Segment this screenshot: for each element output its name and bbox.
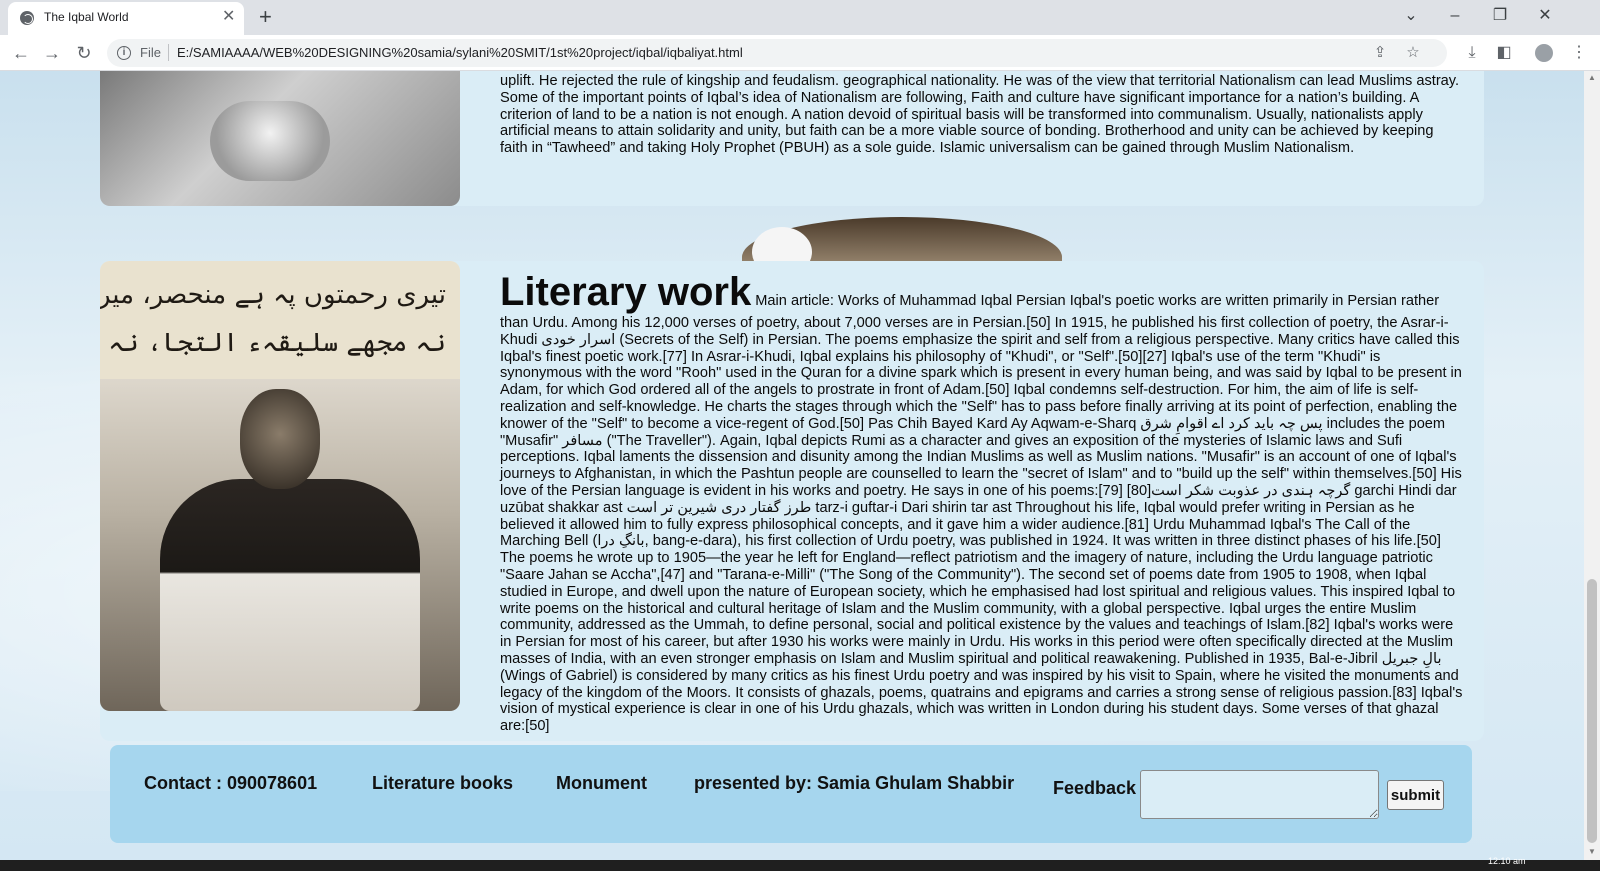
- url-text[interactable]: E:/SAMIAAAA/WEB%20DESIGNING%20samia/syla…: [177, 45, 743, 60]
- nationalism-paragraph: uplift. He rejected the rule of kingship…: [500, 73, 1460, 157]
- forward-icon[interactable]: →: [39, 40, 65, 66]
- scroll-down-icon[interactable]: ▼: [1588, 847, 1596, 856]
- nationalism-card: uplift. He rejected the rule of kingship…: [100, 71, 1484, 206]
- urdu-verse-banner: تیری رحمتوں پہ ہے منحصر، میرے ہر عمل کی …: [100, 261, 460, 379]
- monument-link[interactable]: Monument: [556, 773, 647, 794]
- scroll-thumb[interactable]: [1587, 579, 1597, 843]
- back-icon[interactable]: ←: [8, 40, 34, 66]
- site-footer: Contact : 090078601 Literature books Mon…: [110, 745, 1472, 843]
- info-icon[interactable]: i: [117, 46, 131, 60]
- star-icon[interactable]: ☆: [1403, 43, 1423, 63]
- portrait-image: [100, 379, 460, 711]
- iqbal-photo-hands: [100, 71, 460, 206]
- urdu-verse-line-1: تیری رحمتوں پہ ہے منحصر، میرے ہر عمل کی …: [100, 280, 446, 310]
- menu-icon[interactable]: ⋮: [1566, 40, 1592, 66]
- vertical-scrollbar[interactable]: ▲ ▼: [1584, 71, 1600, 860]
- literary-work-card: تیری رحمتوں پہ ہے منحصر، میرے ہر عمل کی …: [100, 261, 1484, 741]
- url-scheme: File: [140, 45, 161, 60]
- browser-tab[interactable]: The Iqbal World ✕: [8, 2, 244, 35]
- download-icon[interactable]: ⤓: [1459, 40, 1485, 66]
- scroll-up-icon[interactable]: ▲: [1588, 73, 1596, 82]
- contact-link[interactable]: Contact : 090078601: [144, 773, 317, 794]
- profile-avatar[interactable]: [1535, 44, 1553, 62]
- tab-search-icon[interactable]: ⌄: [1396, 3, 1426, 29]
- tab-strip: The Iqbal World ✕ + ⌄ – ❐ ✕: [0, 0, 1600, 35]
- browser-toolbar: ← → ↻ i File E:/SAMIAAAA/WEB%20DESIGNING…: [0, 35, 1600, 71]
- portrait-face: [240, 389, 320, 489]
- hands-image: [210, 101, 330, 181]
- submit-button[interactable]: submit: [1387, 780, 1444, 810]
- share-icon[interactable]: ⇪: [1370, 43, 1390, 63]
- tab-title: The Iqbal World: [44, 10, 129, 24]
- reload-icon[interactable]: ↻: [71, 40, 97, 66]
- literary-work-text: Literary work Main article: Works of Muh…: [500, 269, 1465, 735]
- urdu-verse-line-2: نہ مجھے سلیقہء التجا، نہ مجھے شعورِ نماز…: [100, 328, 446, 358]
- feedback-input[interactable]: [1140, 770, 1379, 819]
- eagle-image: [742, 207, 1092, 261]
- presented-by-link[interactable]: presented by: Samia Ghulam Shabbir: [694, 773, 1014, 794]
- side-panel-icon[interactable]: ◧: [1491, 40, 1517, 66]
- literature-books-link[interactable]: Literature books: [372, 773, 513, 794]
- restore-icon[interactable]: ❐: [1485, 3, 1515, 29]
- taskbar-clock: 12:10 am: [1488, 856, 1526, 866]
- page-viewport: uplift. He rejected the rule of kingship…: [0, 71, 1584, 860]
- feedback-label: Feedback: [1053, 778, 1137, 798]
- minimize-icon[interactable]: –: [1440, 3, 1470, 29]
- url-separator: [168, 44, 169, 61]
- literary-work-heading: Literary work: [500, 270, 752, 314]
- os-taskbar: 12:10 am: [0, 856, 1600, 871]
- close-window-icon[interactable]: ✕: [1530, 3, 1560, 29]
- close-tab-icon[interactable]: ✕: [222, 8, 235, 26]
- literary-work-paragraph: Main article: Works of Muhammad Iqbal Pe…: [500, 293, 1463, 735]
- portrait-figure: [160, 479, 420, 711]
- iqbal-portrait-photo: تیری رحمتوں پہ ہے منحصر، میرے ہر عمل کی …: [100, 261, 460, 711]
- address-bar[interactable]: i File E:/SAMIAAAA/WEB%20DESIGNING%20sam…: [107, 39, 1447, 67]
- new-tab-icon[interactable]: +: [259, 3, 272, 31]
- globe-icon: [20, 11, 34, 25]
